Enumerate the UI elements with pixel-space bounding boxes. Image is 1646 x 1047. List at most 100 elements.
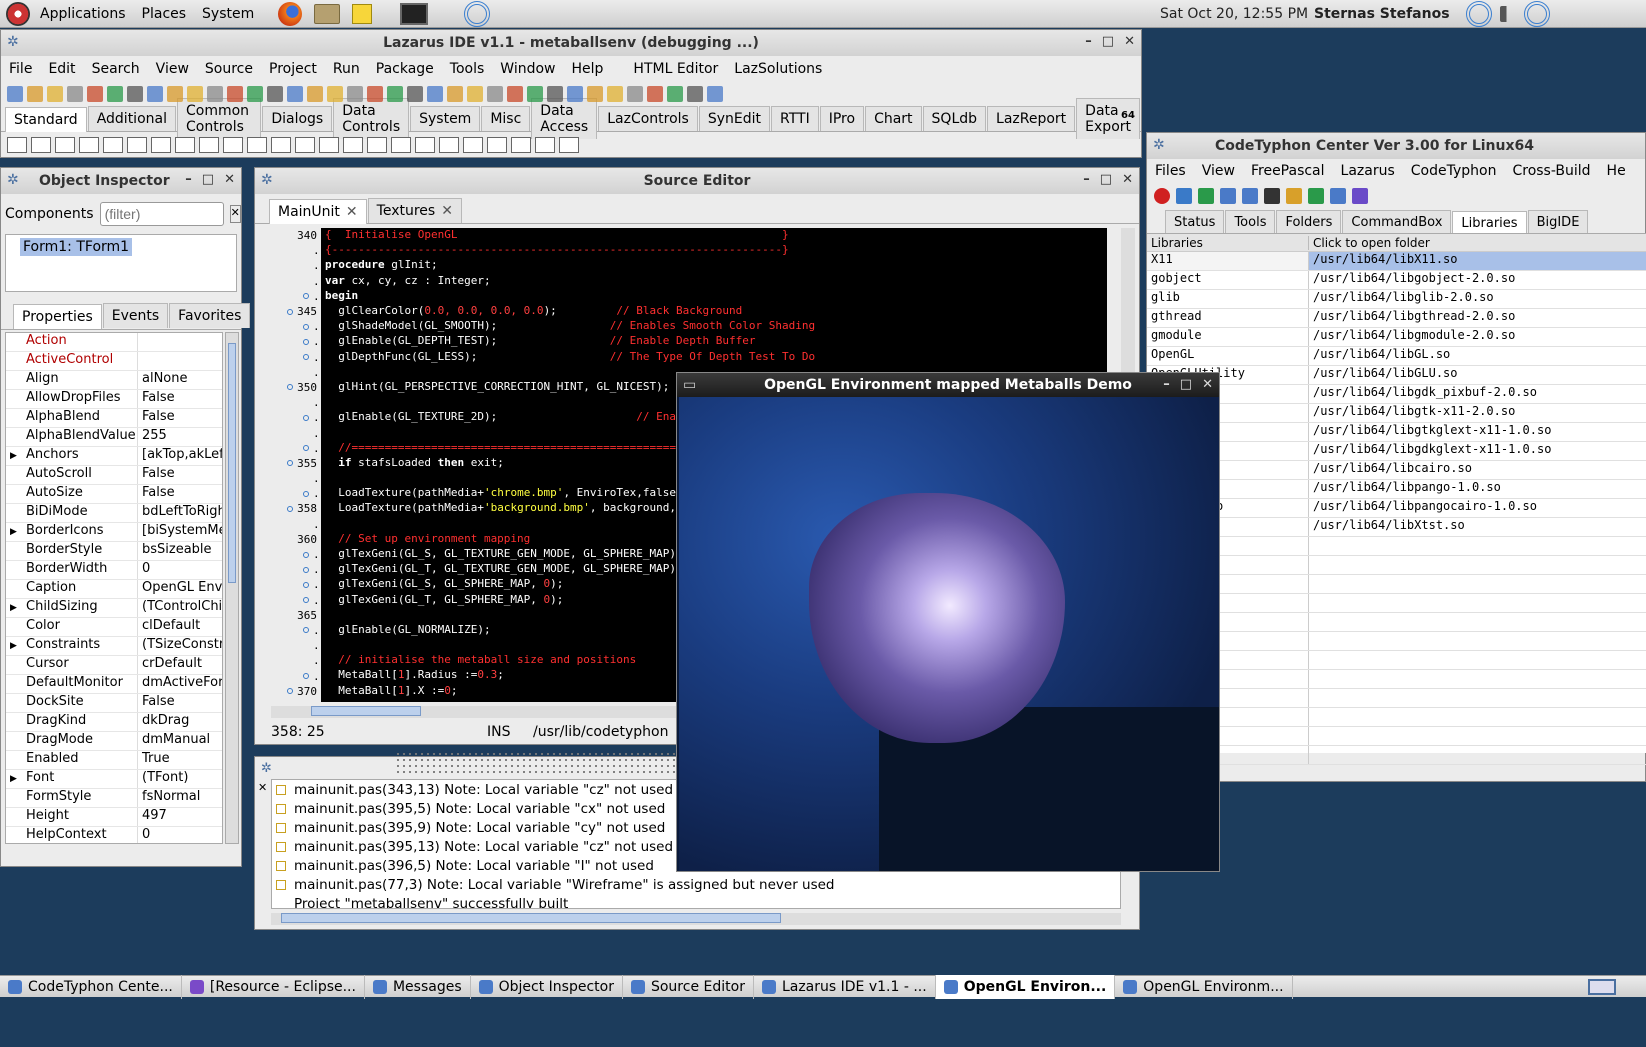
library-path[interactable]: /usr/lib64/libgtk-x11-2.0.so [1309,404,1646,422]
library-row[interactable]: glib/usr/lib64/libglib-2.0.so [1147,290,1646,309]
palette-component-icon[interactable] [7,137,27,153]
clean-icon[interactable] [1330,188,1346,204]
tab-close-icon[interactable]: ✕ [441,203,453,219]
messages-close-icon[interactable]: ✕ [258,781,267,794]
library-path[interactable]: /usr/lib64/libX11.so [1309,252,1646,270]
palette-tab-data-access[interactable]: Data Access [531,98,598,139]
breakpoint-marker-icon[interactable] [303,490,309,497]
toolbar-tool-icon[interactable] [587,86,603,102]
property-row[interactable]: AllowDropFiles False [6,390,222,409]
library-path[interactable]: /usr/lib64/libGL.so [1309,347,1646,365]
ct-menu-view[interactable]: View [1194,163,1243,179]
breakpoint-marker-icon[interactable] [287,688,294,695]
library-row[interactable]: /usr/lib64/libgdkglext-x11-1.0.so [1147,442,1646,461]
palette-tab-misc[interactable]: Misc [481,106,531,131]
library-row[interactable]: /usr/lib64/libgtk-x11-2.0.so [1147,404,1646,423]
property-expand-icon[interactable]: ▶ [6,599,24,617]
toolbar-tool-icon[interactable] [7,86,23,102]
property-value[interactable]: fsNormal [138,789,222,807]
maximize-icon[interactable]: □ [1180,377,1192,392]
close-icon[interactable]: ✕ [1124,34,1135,49]
message-row[interactable]: Project "metaballsenv" successfully buil… [272,894,1120,909]
property-row[interactable]: FormStyle fsNormal [6,789,222,808]
breakpoint-marker-icon[interactable] [303,566,309,573]
property-row[interactable]: DefaultMonitor dmActiveFor [6,675,222,694]
toolbar-tool-icon[interactable] [327,86,343,102]
palette-component-icon[interactable] [295,137,315,153]
library-path[interactable]: /usr/lib64/libgdk_pixbuf-2.0.so [1309,385,1646,403]
property-value[interactable]: OpenGL Envi [138,580,222,598]
toolbar-tool-icon[interactable] [47,86,63,102]
menu-html-editor[interactable]: HTML Editor [625,61,726,77]
property-value[interactable]: dmManual [138,732,222,750]
library-row[interactable] [1147,727,1646,746]
property-row[interactable]: Enabled True [6,751,222,770]
palette-tab-data-controls[interactable]: Data Controls [333,98,410,139]
message-row[interactable]: mainunit.pas(77,3) Note: Local variable … [272,875,1120,894]
codetyphon-launcher-icon[interactable] [464,0,491,27]
palette-component-icon[interactable] [247,137,267,153]
property-row[interactable]: AlphaBlendValue 255 [6,428,222,447]
property-value[interactable]: True [138,751,222,769]
toolbar-tool-icon[interactable] [147,86,163,102]
minimize-icon[interactable]: – [185,172,192,187]
property-value[interactable]: 0 [138,561,222,579]
property-row[interactable]: Caption OpenGL Envi [6,580,222,599]
menu-project[interactable]: Project [261,61,325,77]
menu-help[interactable]: Help [564,61,612,77]
library-path[interactable]: /usr/lib64/libgmodule-2.0.so [1309,328,1646,346]
ct-tab-status[interactable]: Status [1165,210,1225,234]
property-row[interactable]: BiDiMode bdLeftToRigh [6,504,222,523]
menu-search[interactable]: Search [84,61,148,77]
toolbar-tool-icon[interactable] [407,86,423,102]
library-row[interactable] [1147,651,1646,670]
toolbar-tool-icon[interactable] [367,86,383,102]
toolbar-tool-icon[interactable] [607,86,623,102]
filter-clear-icon[interactable]: ✕ [229,205,241,223]
library-row[interactable]: /usr/lib64/libgtkglext-x11-1.0.so [1147,423,1646,442]
palette-component-icon[interactable] [55,137,75,153]
library-path[interactable] [1309,537,1646,555]
palette-tab-rtti[interactable]: RTTI [771,106,819,131]
library-row[interactable]: gobject/usr/lib64/libgobject-2.0.so [1147,271,1646,290]
palette-component-icon[interactable] [463,137,483,153]
breakpoint-marker-icon[interactable] [287,308,294,315]
panel-menu-places[interactable]: Places [134,6,195,22]
property-row[interactable]: Height 497 [6,808,222,827]
library-path[interactable] [1309,746,1646,764]
property-value[interactable]: False [138,390,222,408]
toolbar-tool-icon[interactable] [387,86,403,102]
palette-component-icon[interactable] [103,137,123,153]
palette-component-icon[interactable] [535,137,555,153]
palette-tab-common-controls[interactable]: Common Controls [176,98,262,139]
library-row[interactable]: /usr/lib64/libcairo.so [1147,461,1646,480]
menu-edit[interactable]: Edit [40,61,83,77]
toolbar-tool-icon[interactable] [227,86,243,102]
palette-component-icon[interactable] [223,137,243,153]
property-value[interactable]: dmActiveFor [138,675,222,693]
palette-component-icon[interactable] [439,137,459,153]
taskbar-button-opengl-environ[interactable]: OpenGL Environ... [935,974,1116,999]
menu-view[interactable]: View [148,61,197,77]
toolbar-tool-icon[interactable] [127,86,143,102]
export-icon[interactable] [1308,188,1324,204]
se-titlebar[interactable]: ✲ Source Editor – □ ✕ [255,168,1139,194]
library-path[interactable]: /usr/lib64/libgdkglext-x11-1.0.so [1309,442,1646,460]
ct-menu-he[interactable]: He [1599,163,1634,179]
show-desktop-icon[interactable] [1588,978,1616,995]
library-path[interactable]: /usr/lib64/libGLU.so [1309,366,1646,384]
opengl-viewport[interactable] [679,397,1219,871]
maximize-icon[interactable]: □ [1100,172,1112,187]
library-path[interactable] [1309,575,1646,593]
toolbar-tool-icon[interactable] [67,86,83,102]
palette-tab-ipro[interactable]: IPro [819,106,865,131]
ct-menu-freepascal[interactable]: FreePascal [1243,163,1333,179]
minimize-icon[interactable]: – [1083,172,1090,187]
panel-menu-applications[interactable]: Applications [32,6,134,22]
palette-component-icon[interactable] [151,137,171,153]
breakpoint-marker-icon[interactable] [287,460,294,467]
palette-tab-dialogs[interactable]: Dialogs [262,106,333,131]
property-row[interactable]: HelpContext 0 [6,827,222,843]
palette-component-icon[interactable] [367,137,387,153]
toolbar-tool-icon[interactable] [707,86,723,102]
